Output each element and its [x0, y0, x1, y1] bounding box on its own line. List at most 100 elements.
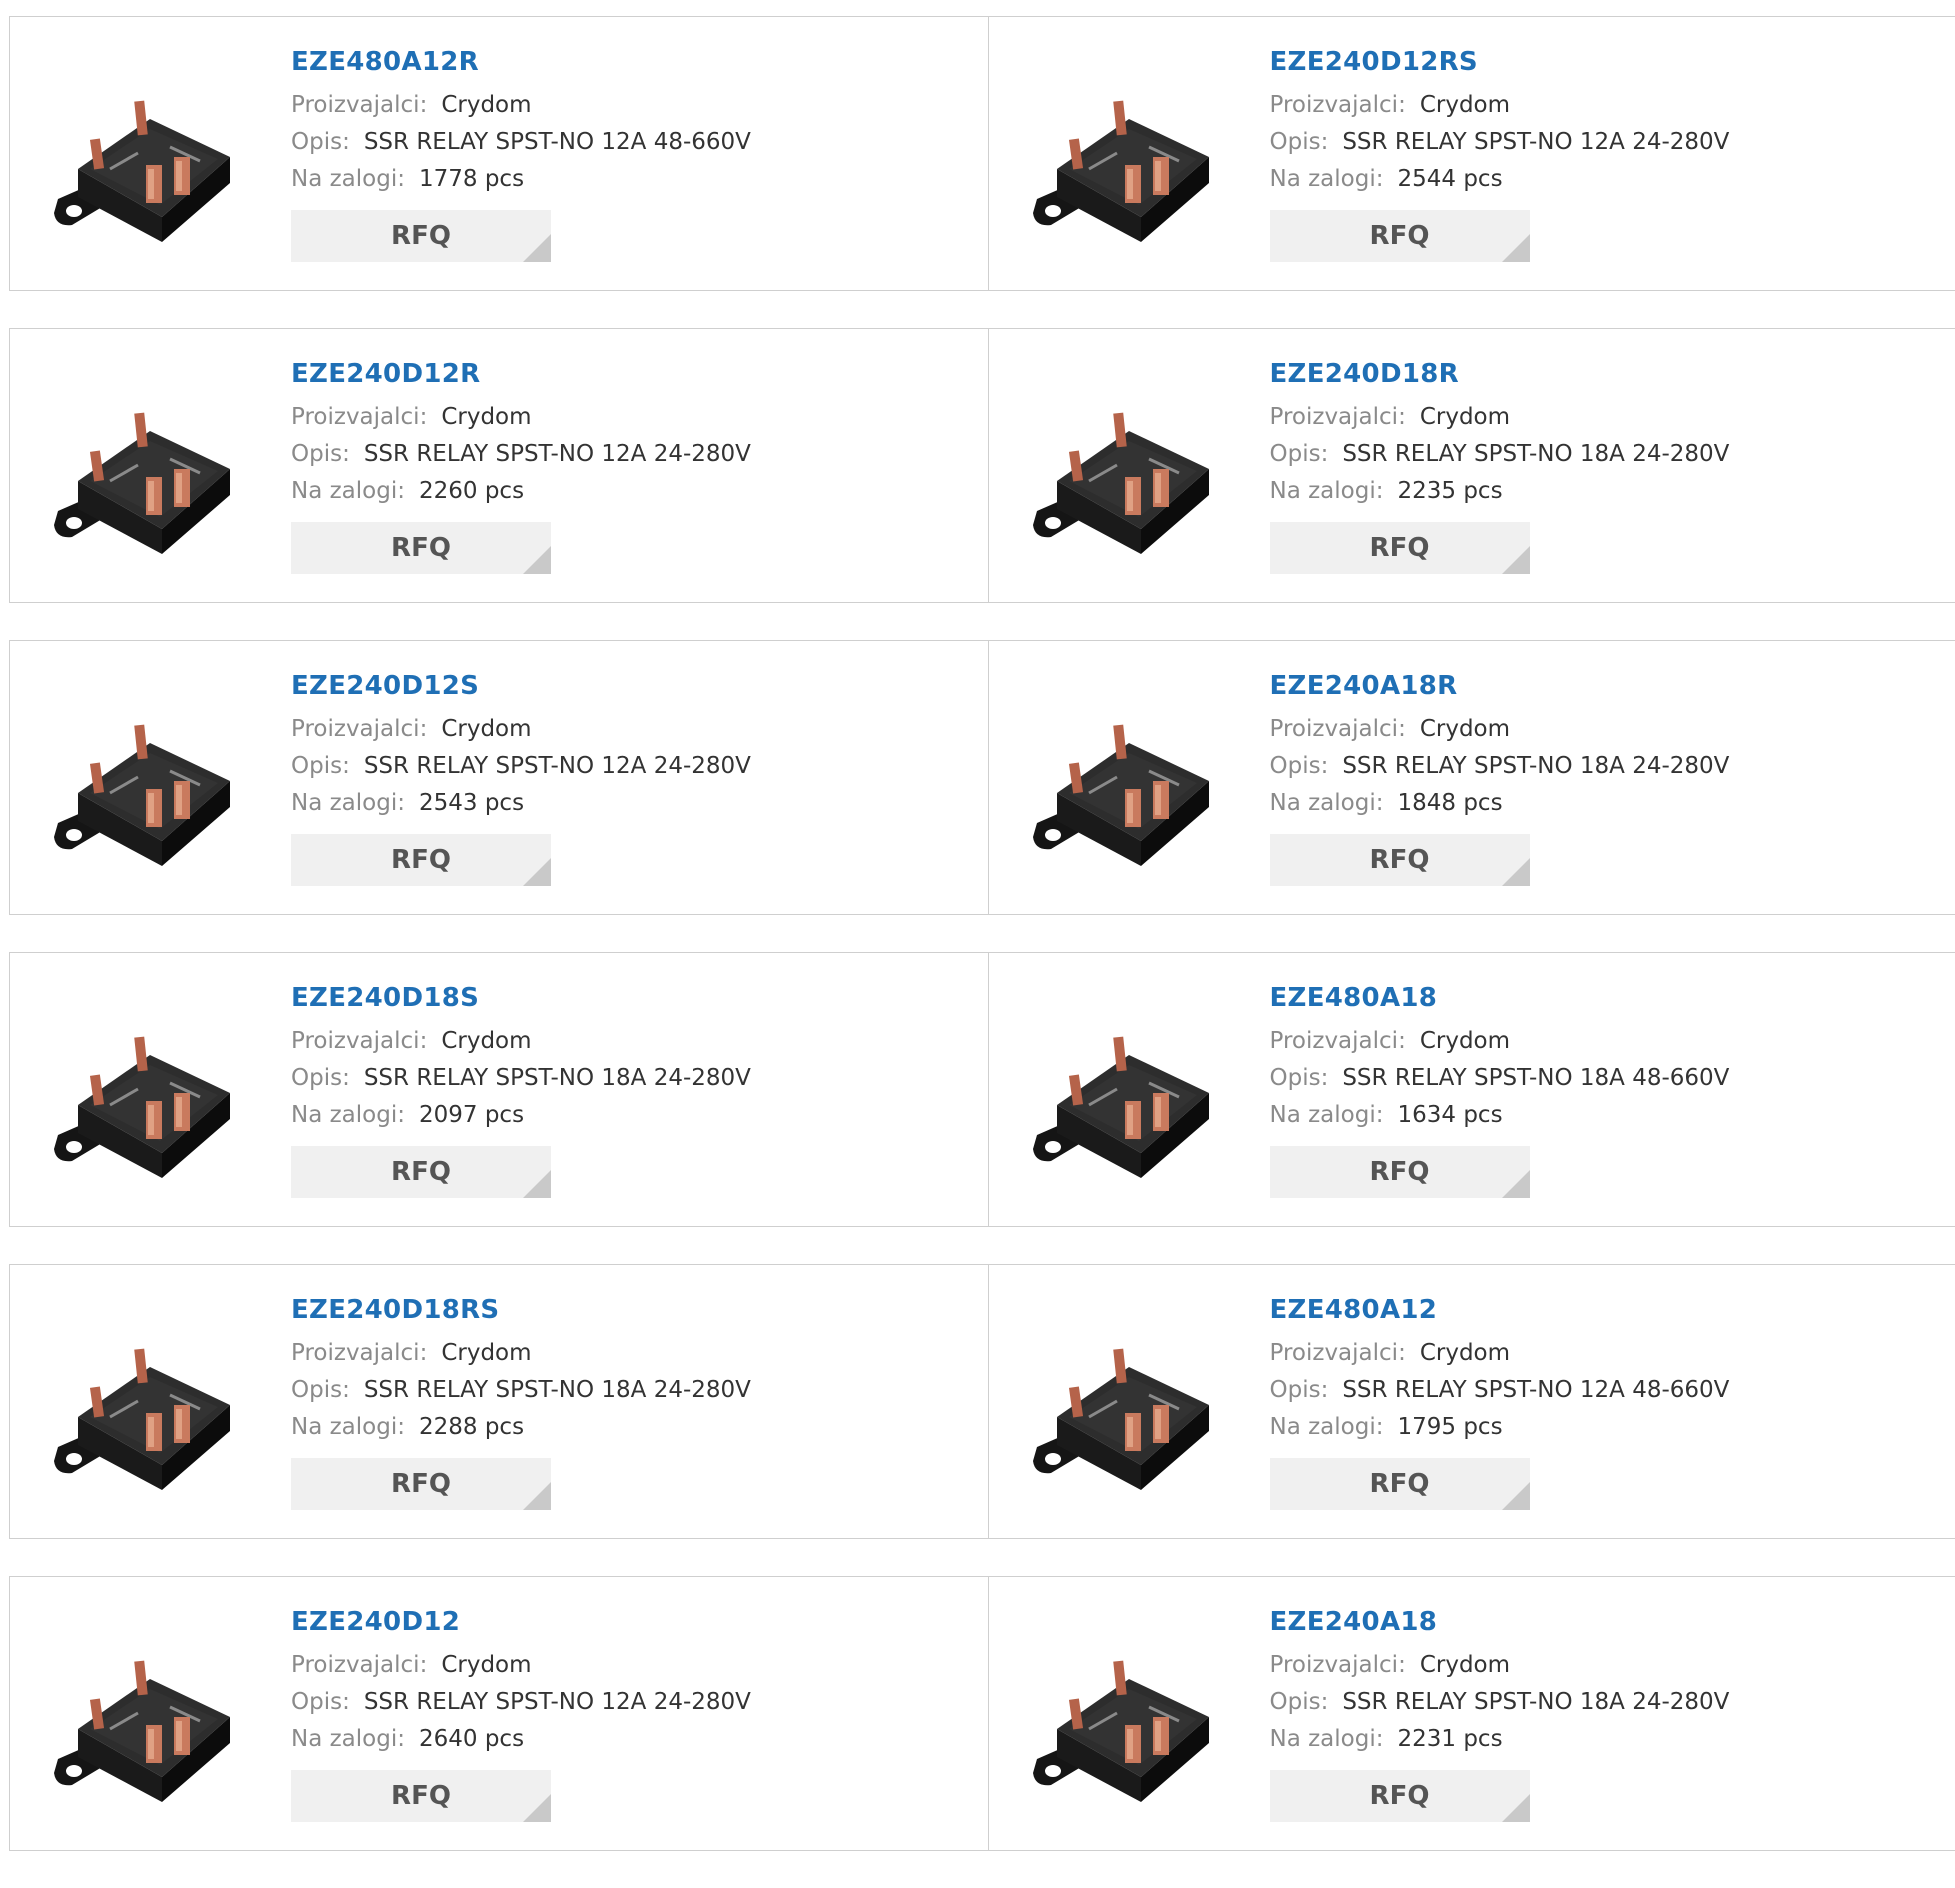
rfq-button[interactable]: RFQ — [291, 210, 551, 262]
relay-image-icon — [1029, 1617, 1229, 1817]
product-part-number-link[interactable]: EZE480A12R — [291, 45, 751, 79]
rfq-label: RFQ — [391, 533, 451, 563]
product-card: EZE240D12S Proizvajalci:Crydom Opis: SSR … — [10, 641, 988, 914]
product-image[interactable] — [50, 1305, 250, 1505]
description-line: Opis:SSR RELAY SPST-NO 18A 24-280V — [291, 1372, 751, 1409]
stock-line: Na zalogi:1795 pcs — [1270, 1409, 1730, 1446]
description-value: SSR RELAY SPST-NO 18A 24-280V — [1342, 753, 1729, 779]
manufacturer-label: Proizvajalci: — [291, 1652, 427, 1678]
manufacturer-value: Crydom — [1420, 716, 1510, 742]
rfq-button[interactable]: RFQ — [291, 834, 551, 886]
rfq-button[interactable]: RFQ — [1270, 1770, 1530, 1822]
description-line: Opis: SSR RELAY SPST-NO 18A 24-280V — [1270, 436, 1730, 473]
relay-image-icon — [50, 1305, 250, 1505]
corner-decoration — [523, 858, 551, 886]
corner-decoration — [523, 1482, 551, 1510]
rfq-label: RFQ — [1370, 1781, 1430, 1811]
relay-image-icon — [50, 993, 250, 1193]
rfq-button[interactable]: RFQ — [1270, 1146, 1530, 1198]
description-label: Opis: — [291, 441, 350, 467]
manufacturer-line: Proizvajalci:Crydom — [1270, 1335, 1730, 1372]
stock-value: 2260 pcs — [419, 478, 524, 504]
product-row: EZE240D18S Proizvajalci:Crydom Opis:SSR … — [9, 952, 1955, 1227]
product-image[interactable] — [50, 1617, 250, 1817]
product-image[interactable] — [50, 993, 250, 1193]
stock-value: 2235 pcs — [1397, 478, 1502, 504]
product-part-number-link[interactable]: EZE240A18 — [1270, 1605, 1730, 1639]
rfq-label: RFQ — [391, 1781, 451, 1811]
product-part-number-link[interactable]: EZE240D18RS — [291, 1293, 751, 1327]
rfq-button[interactable]: RFQ — [1270, 834, 1530, 886]
product-part-number-link[interactable]: EZE240D12S — [291, 669, 751, 703]
manufacturer-label: Proizvajalci: — [1270, 1652, 1406, 1678]
product-image[interactable] — [1029, 993, 1229, 1193]
product-info: EZE240D18S Proizvajalci:Crydom Opis:SSR … — [291, 981, 751, 1198]
description-label: Opis: — [1270, 441, 1329, 467]
description-label: Opis: — [291, 1377, 350, 1403]
rfq-label: RFQ — [391, 1157, 451, 1187]
relay-image-icon — [1029, 1305, 1229, 1505]
product-image[interactable] — [1029, 57, 1229, 257]
description-value: SSR RELAY SPST-NO 18A 24-280V — [1342, 441, 1729, 467]
description-label: Opis: — [291, 129, 350, 155]
manufacturer-line: Proizvajalci:Crydom — [1270, 1023, 1730, 1060]
stock-line: Na zalogi:2235 pcs — [1270, 473, 1730, 510]
description-value: SSR RELAY SPST-NO 18A 24-280V — [1342, 1689, 1729, 1715]
product-part-number-link[interactable]: EZE240D18S — [291, 981, 751, 1015]
rfq-label: RFQ — [391, 1469, 451, 1499]
rfq-button[interactable]: RFQ — [291, 1458, 551, 1510]
product-info: EZE240A18R Proizvajalci:Crydom Opis:SSR … — [1270, 669, 1730, 886]
product-info: EZE480A12R Proizvajalci:Crydom Opis:SSR … — [291, 45, 751, 262]
rfq-button[interactable]: RFQ — [1270, 522, 1530, 574]
product-part-number-link[interactable]: EZE240D12 — [291, 1605, 751, 1639]
manufacturer-label: Proizvajalci: — [1270, 1340, 1406, 1366]
product-image[interactable] — [1029, 1617, 1229, 1817]
manufacturer-label: Proizvajalci: — [291, 716, 427, 742]
product-card: EZE240D12R Proizvajalci:Crydom Opis:SSR … — [10, 329, 988, 602]
stock-value: 2097 pcs — [419, 1102, 524, 1128]
product-image[interactable] — [1029, 369, 1229, 569]
product-info: EZE240D12 Proizvajalci:Crydom Opis:SSR R… — [291, 1605, 751, 1822]
rfq-label: RFQ — [1370, 533, 1430, 563]
relay-image-icon — [50, 369, 250, 569]
manufacturer-line: Proizvajalci: Crydom — [291, 1647, 751, 1684]
stock-label: Na zalogi: — [291, 790, 405, 816]
product-image[interactable] — [50, 369, 250, 569]
corner-decoration — [1502, 1794, 1530, 1822]
product-card: EZE240D18RS Proizvajalci:Crydom Opis:SSR… — [10, 1265, 988, 1538]
rfq-button[interactable]: RFQ — [291, 1146, 551, 1198]
stock-line: Na zalogi:2543 pcs — [291, 785, 751, 822]
product-info: EZE240A18 Proizvajalci:Crydom Opis:SSR R… — [1270, 1605, 1730, 1822]
rfq-button[interactable]: RFQ — [291, 522, 551, 574]
rfq-button[interactable]: RFQ — [1270, 1458, 1530, 1510]
stock-value: 1634 pcs — [1397, 1102, 1502, 1128]
description-value: SSR RELAY SPST-NO 18A 24-280V — [364, 1065, 751, 1091]
product-part-number-link[interactable]: EZE480A12 — [1270, 1293, 1730, 1327]
rfq-button[interactable]: RFQ — [1270, 210, 1530, 262]
product-image[interactable] — [50, 57, 250, 257]
product-image[interactable] — [1029, 1305, 1229, 1505]
product-part-number-link[interactable]: EZE480A18 — [1270, 981, 1730, 1015]
manufacturer-value: Crydom — [441, 1652, 531, 1678]
description-value: SSR RELAY SPST-NO 12A 24-280V — [364, 753, 751, 779]
description-line: Opis: SSR RELAY SPST-NO 12A 24-280V — [291, 748, 751, 785]
description-line: Opis:SSR RELAY SPST-NO 12A 24-280V — [291, 436, 751, 473]
product-part-number-link[interactable]: EZE240A18R — [1270, 669, 1730, 703]
manufacturer-value: Crydom — [1420, 92, 1510, 118]
product-image[interactable] — [50, 681, 250, 881]
stock-value: 2288 pcs — [419, 1414, 524, 1440]
product-info: EZE240D12R Proizvajalci:Crydom Opis:SSR … — [291, 357, 751, 574]
product-part-number-link[interactable]: EZE240D12R — [291, 357, 751, 391]
product-part-number-link[interactable]: EZE240D18R — [1270, 357, 1730, 391]
description-line: Opis:SSR RELAY SPST-NO 12A 48-660V — [1270, 1372, 1730, 1409]
rfq-label: RFQ — [1370, 845, 1430, 875]
manufacturer-value: Crydom — [441, 1340, 531, 1366]
description-label: Opis: — [291, 753, 350, 779]
stock-value: 1795 pcs — [1397, 1414, 1502, 1440]
manufacturer-line: Proizvajalci:Crydom — [291, 711, 751, 748]
rfq-label: RFQ — [391, 845, 451, 875]
product-part-number-link[interactable]: EZE240D12RS — [1270, 45, 1730, 79]
rfq-button[interactable]: RFQ — [291, 1770, 551, 1822]
manufacturer-line: Proizvajalci:Crydom — [291, 1335, 751, 1372]
product-image[interactable] — [1029, 681, 1229, 881]
